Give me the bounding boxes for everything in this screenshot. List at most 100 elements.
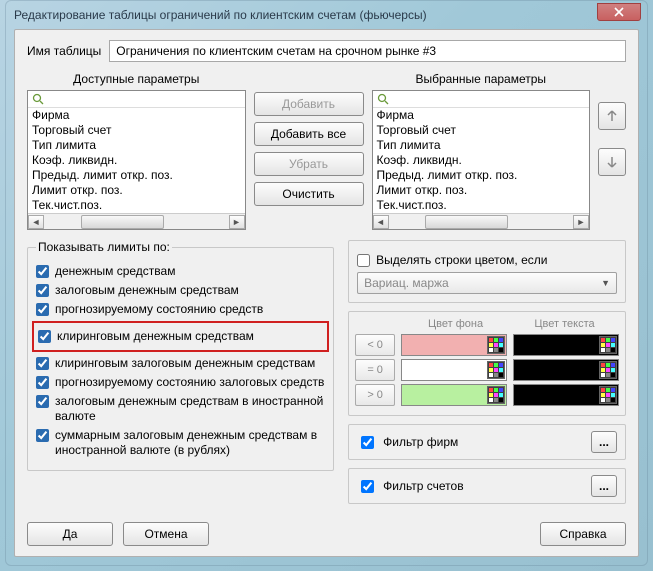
window-title: Редактирование таблицы ограничений по кл… <box>14 8 427 22</box>
bg-color-swatch[interactable] <box>401 359 507 381</box>
list-item[interactable]: Тек.чист.поз. <box>373 198 590 213</box>
limit-checkbox[interactable] <box>36 395 49 408</box>
remove-button[interactable]: Убрать <box>254 152 364 176</box>
color-picker-icon[interactable] <box>487 336 505 354</box>
limit-label[interactable]: суммарным залоговым денежным средствам в… <box>55 428 325 458</box>
highlight-label[interactable]: Выделять строки цветом, если <box>376 253 617 268</box>
add-all-button[interactable]: Добавить все <box>254 122 364 146</box>
limits-legend: Показывать лимиты по: <box>36 240 172 254</box>
filter-accounts-button[interactable]: ... <box>591 475 617 497</box>
available-list[interactable]: ФирмаТорговый счетТип лимитаКоэф. ликвид… <box>28 108 245 213</box>
filter-accounts-label: Фильтр счетов <box>383 479 463 493</box>
close-icon <box>614 7 624 17</box>
list-item[interactable]: Тип лимита <box>28 138 245 153</box>
color-picker-icon[interactable] <box>599 386 617 404</box>
highlight-dropdown[interactable]: Вариац. маржа ▼ <box>357 272 617 294</box>
filter-firms-group: Фильтр фирм ... <box>348 424 626 460</box>
selected-listbox[interactable]: ФирмаТорговый счетТип лимитаКоэф. ликвид… <box>372 90 591 230</box>
list-item[interactable]: Тек.чист.поз. <box>28 198 245 213</box>
fg-color-swatch[interactable] <box>513 334 619 356</box>
limit-label[interactable]: залоговым денежным средствам в иностранн… <box>55 394 325 424</box>
highlight-checkbox[interactable] <box>357 254 370 267</box>
available-hscroll[interactable]: ◄ ► <box>28 213 245 229</box>
limit-checkbox[interactable] <box>36 357 49 370</box>
limit-checkbox[interactable] <box>36 284 49 297</box>
limit-checkbox[interactable] <box>36 429 49 442</box>
limit-label[interactable]: прогнозируемому состоянию залоговых сред… <box>55 375 325 390</box>
limit-label[interactable]: залоговым денежным средствам <box>55 283 325 298</box>
list-item[interactable]: Тип лимита <box>373 138 590 153</box>
help-button[interactable]: Справка <box>540 522 626 546</box>
arrow-up-icon <box>605 109 619 123</box>
ok-button[interactable]: Да <box>27 522 113 546</box>
available-header: Доступные параметры <box>27 72 246 86</box>
fg-color-swatch[interactable] <box>513 359 619 381</box>
list-item[interactable]: Лимит откр. поз. <box>373 183 590 198</box>
filter-firms-button[interactable]: ... <box>591 431 617 453</box>
limit-checkbox[interactable] <box>36 376 49 389</box>
color-compare-button[interactable]: > 0 <box>355 384 395 406</box>
move-down-button[interactable] <box>598 148 626 176</box>
selected-search[interactable] <box>373 91 590 108</box>
color-row: = 0 <box>355 359 619 381</box>
color-picker-icon[interactable] <box>599 336 617 354</box>
close-button[interactable] <box>597 3 641 21</box>
list-item[interactable]: Торговый счет <box>373 123 590 138</box>
scroll-left-icon[interactable]: ◄ <box>28 215 44 229</box>
limits-fieldset: Показывать лимиты по: денежным средствам… <box>27 240 334 471</box>
color-picker-icon[interactable] <box>487 361 505 379</box>
transfer-buttons: Добавить Добавить все Убрать Очистить <box>254 72 364 206</box>
table-name-input[interactable] <box>109 40 626 62</box>
lower-area: Показывать лимиты по: денежным средствам… <box>27 240 626 504</box>
add-button[interactable]: Добавить <box>254 92 364 116</box>
color-compare-button[interactable]: < 0 <box>355 334 395 356</box>
selected-list[interactable]: ФирмаТорговый счетТип лимитаКоэф. ликвид… <box>373 108 590 213</box>
list-item[interactable]: Предыд. лимит откр. поз. <box>373 168 590 183</box>
available-column: Доступные параметры ФирмаТорговый счетТи… <box>27 72 246 230</box>
limit-checkbox[interactable] <box>38 330 51 343</box>
color-row: > 0 <box>355 384 619 406</box>
highlight-fieldset: Выделять строки цветом, если Вариац. мар… <box>348 240 626 303</box>
limit-label[interactable]: прогнозируемому состоянию средств <box>55 302 325 317</box>
reorder-buttons <box>598 72 626 176</box>
selected-header: Выбранные параметры <box>372 72 591 86</box>
color-group: Цвет фона Цвет текста < 0= 0> 0 <box>348 311 626 416</box>
color-picker-icon[interactable] <box>599 361 617 379</box>
color-row: < 0 <box>355 334 619 356</box>
bg-color-swatch[interactable] <box>401 334 507 356</box>
limit-checkbox[interactable] <box>36 303 49 316</box>
available-listbox[interactable]: ФирмаТорговый счетТип лимитаКоэф. ликвид… <box>27 90 246 230</box>
fg-color-swatch[interactable] <box>513 384 619 406</box>
cancel-button[interactable]: Отмена <box>123 522 209 546</box>
limit-label[interactable]: денежным средствам <box>55 264 325 279</box>
list-item[interactable]: Фирма <box>373 108 590 123</box>
filter-accounts-checkbox[interactable] <box>361 480 374 493</box>
limit-label[interactable]: клиринговым денежным средствам <box>57 329 323 344</box>
move-up-button[interactable] <box>598 102 626 130</box>
table-name-label: Имя таблицы <box>27 44 101 58</box>
scroll-right-icon[interactable]: ► <box>229 215 245 229</box>
limit-label[interactable]: клиринговым залоговым денежным средствам <box>55 356 325 371</box>
arrow-down-icon <box>605 155 619 169</box>
list-item[interactable]: Фирма <box>28 108 245 123</box>
highlight-dropdown-value: Вариац. маржа <box>364 276 449 290</box>
available-search[interactable] <box>28 91 245 108</box>
scroll-right-icon[interactable]: ► <box>573 215 589 229</box>
list-item[interactable]: Предыд. лимит откр. поз. <box>28 168 245 183</box>
list-item[interactable]: Лимит откр. поз. <box>28 183 245 198</box>
search-icon <box>32 93 44 105</box>
params-area: Доступные параметры ФирмаТорговый счетТи… <box>27 72 626 230</box>
color-compare-button[interactable]: = 0 <box>355 359 395 381</box>
limit-checkbox[interactable] <box>36 265 49 278</box>
chevron-down-icon: ▼ <box>601 278 610 288</box>
filter-firms-checkbox[interactable] <box>361 436 374 449</box>
selected-hscroll[interactable]: ◄ ► <box>373 213 590 229</box>
scroll-left-icon[interactable]: ◄ <box>373 215 389 229</box>
list-item[interactable]: Коэф. ликвидн. <box>28 153 245 168</box>
color-picker-icon[interactable] <box>487 386 505 404</box>
list-item[interactable]: Торговый счет <box>28 123 245 138</box>
bg-color-swatch[interactable] <box>401 384 507 406</box>
clear-button[interactable]: Очистить <box>254 182 364 206</box>
table-name-row: Имя таблицы <box>27 40 626 62</box>
list-item[interactable]: Коэф. ликвидн. <box>373 153 590 168</box>
